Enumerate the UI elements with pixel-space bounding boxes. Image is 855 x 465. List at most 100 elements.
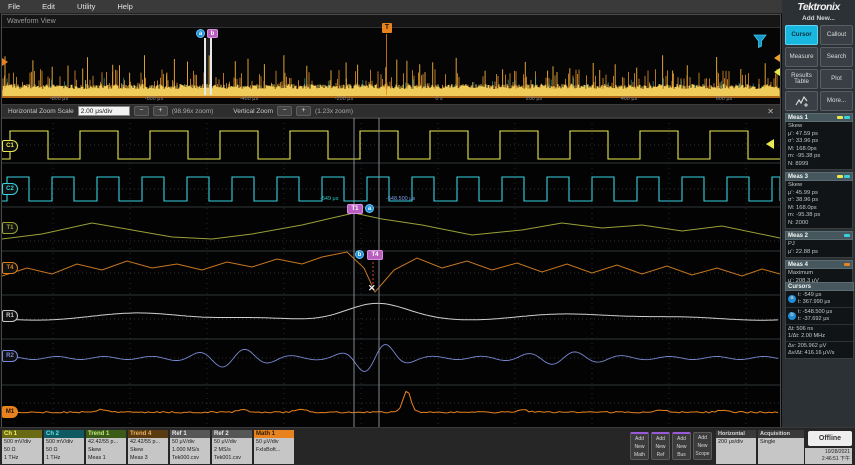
handle-m1[interactable]: M1 <box>2 406 18 418</box>
measurement-badges: Meas 1 Skew μ': 47.59 ps σ': 33.96 ps M: 168… <box>782 111 855 287</box>
plot-button[interactable]: Plot <box>820 69 853 89</box>
main-graticule[interactable]: C1 C2 T1 T4 R1 R2 M1 T1 a b T4 ✕ -549 μs -548.… <box>2 118 780 428</box>
overview-cursor-b[interactable]: b <box>207 29 218 38</box>
overview-tick-label: -600 μs <box>144 96 164 102</box>
overview-cursor-a[interactable]: a <box>196 29 205 38</box>
add-new-scope-button[interactable]: Add New Scope <box>693 432 712 460</box>
handle-c1[interactable]: C1 <box>2 140 18 152</box>
badge-math-1[interactable]: Math 1 50 μV/div FxIsBoft... <box>254 430 294 464</box>
hzoom-plus-button[interactable]: + <box>152 106 168 116</box>
menu-item-file[interactable]: File <box>8 2 20 11</box>
cursor-button[interactable]: Cursor <box>785 25 818 45</box>
acquisition-badge-value: Single <box>758 438 804 464</box>
filter-funnel-icon[interactable] <box>753 34 767 48</box>
meas-badge-title: Meas 1 <box>788 114 809 121</box>
handle-r2[interactable]: R2 <box>2 350 18 362</box>
meas-value-line: Maximum <box>788 270 814 276</box>
more--button[interactable]: More... <box>820 91 853 111</box>
waypoint-marker[interactable]: ✕ <box>368 283 376 294</box>
badge-title: Math 1 <box>254 430 294 438</box>
waveform-panel: Waveform View -800 μs -600 μs -400 μs -200 … <box>1 14 781 428</box>
hzoom-minus-button[interactable]: − <box>133 106 149 116</box>
horizontal-badge-value: 200 μs/div <box>716 438 756 464</box>
add-new-bus-button[interactable]: Add New Bus <box>672 432 691 460</box>
vzoom-minus-button[interactable]: − <box>277 106 293 116</box>
badge-ref-2[interactable]: Ref 2 50 μV/div 2 MS/s Tek001.csv <box>212 430 252 464</box>
badge-line: 1 THz <box>46 455 61 461</box>
trigger-marker[interactable]: T <box>382 23 392 33</box>
meas-value-line: μ': 22.88 ps <box>788 248 818 255</box>
delta-v-over-t: Δv/Δt: 416.16 μV/s <box>788 350 835 356</box>
meas-value-line: m: -95.38 ps <box>788 153 821 159</box>
cursor-b-marker[interactable]: b <box>355 250 364 259</box>
zoom-window-handle[interactable] <box>204 38 212 95</box>
cursor-flag-t1[interactable]: T1 <box>347 204 363 214</box>
badge-ch-1[interactable]: Ch 1 500 mV/div 50 Ω 1 THz <box>2 430 42 464</box>
cursor-flag-t4[interactable]: T4 <box>367 250 383 260</box>
vzoom-factor: (1.23x zoom) <box>315 107 353 115</box>
handle-c2[interactable]: C2 <box>2 183 18 195</box>
meas-badge-meas-2[interactable]: Meas 2 PJ μ': 22.88 ps <box>785 231 853 258</box>
overview-right-arrow-icon <box>774 54 780 62</box>
waveform-traces <box>2 118 780 428</box>
delta-t: Δt: 506 ns <box>788 326 814 332</box>
hzoom-scale-input[interactable] <box>77 106 130 116</box>
meas-badge-meas-3[interactable]: Meas 3 Skew μ': 45.99 ps σ': 38.96 ps M: 168… <box>785 172 853 229</box>
menu-item-help[interactable]: Help <box>117 2 132 11</box>
badge-line: 500 mV/div <box>46 439 73 445</box>
trigger-level-arrow[interactable] <box>766 139 774 149</box>
delta-v-readout: Δv: 205.962 μV Δv/Δt: 416.16 μV/s <box>786 342 853 358</box>
menu-item-edit[interactable]: Edit <box>42 2 55 11</box>
menu-item-utility[interactable]: Utility <box>77 2 95 11</box>
badge-line: 2 MS/s <box>214 447 231 453</box>
meas-value-line: Skew <box>788 182 803 188</box>
badge-line: Skew <box>88 447 102 453</box>
add-button-line: Add <box>698 435 707 441</box>
handle-r1[interactable]: R1 <box>2 310 18 322</box>
badge-trend-4[interactable]: Trend 4 42.42/55 p... Skew Meas 3 <box>128 430 168 464</box>
overview-tick-label: 400 μs <box>620 96 638 102</box>
horizontal-badge[interactable]: Horizontal 200 μs/div <box>716 430 756 464</box>
cursor-a-icon: a <box>788 295 796 303</box>
badge-title: Ref 2 <box>212 430 252 438</box>
draw-icon <box>794 95 808 107</box>
badge-ref-1[interactable]: Ref 1 50 μV/div 1.000 MS/s Tek000.csv <box>170 430 210 464</box>
cursor-a-t2: t: 367.990 μs <box>798 299 831 305</box>
acquisition-badge[interactable]: Acquisition Single <box>758 430 804 464</box>
search-button[interactable]: Search <box>820 47 853 67</box>
offline-button[interactable]: Offline <box>808 431 852 446</box>
badge-line: 50 Ω <box>4 447 16 453</box>
badge-title: Ch 1 <box>2 430 42 438</box>
results-table-button[interactable]: Results Table <box>785 69 818 89</box>
meas-value-line: μ': 47.59 ps <box>788 130 818 137</box>
source-chip <box>844 116 850 119</box>
add-new-math-button[interactable]: Add New Math <box>630 432 649 460</box>
cursor-a-marker[interactable]: a <box>365 204 374 213</box>
callout-button[interactable]: Callout <box>820 25 853 45</box>
handle-t4[interactable]: T4 <box>2 262 18 274</box>
meas-value-line: m: -95.38 ps <box>788 212 821 218</box>
measure-button[interactable]: Measure <box>785 47 818 67</box>
handle-t1[interactable]: T1 <box>2 222 18 234</box>
add-button-line: Math <box>633 452 646 458</box>
vzoom-plus-button[interactable]: + <box>296 106 312 116</box>
cursor-b-t1: t: -548.500 μs <box>798 309 833 315</box>
zoom-close-icon[interactable]: ✕ <box>767 107 774 116</box>
source-chip <box>844 234 850 237</box>
cursors-results-panel[interactable]: Cursors a t: -549 μs t: 367.990 μs b t: … <box>785 282 854 359</box>
badge-line: FxIsBoft... <box>256 447 281 453</box>
cursors-panel-title: Cursors <box>788 283 812 290</box>
meas-value-line: M: 168.0ps <box>788 204 817 211</box>
acquisition-overview[interactable]: -800 μs -600 μs -400 μs -200 μs 0 s 200 μs 400… <box>2 23 780 104</box>
delta-v: Δv: 205.962 μV <box>788 343 827 349</box>
right-sidebar: Tektronix Add New... Cursor Callout Measur… <box>782 0 855 427</box>
add-new-ref-button[interactable]: Add New Ref <box>651 432 670 460</box>
badge-title: Trend 4 <box>128 430 168 438</box>
draw-button[interactable] <box>785 91 818 111</box>
meas-badge-meas-1[interactable]: Meas 1 Skew μ': 47.59 ps σ': 33.96 ps M: 168… <box>785 113 853 170</box>
source-chip <box>837 116 843 119</box>
badge-ch-2[interactable]: Ch 2 500 mV/div 50 Ω 1 THz <box>44 430 84 464</box>
meas-value-line: M: 168.0ps <box>788 145 817 152</box>
badge-line: Tek000.csv <box>172 455 199 461</box>
badge-trend-1[interactable]: Trend 1 42.42/55 p... Skew Meas 1 <box>86 430 126 464</box>
